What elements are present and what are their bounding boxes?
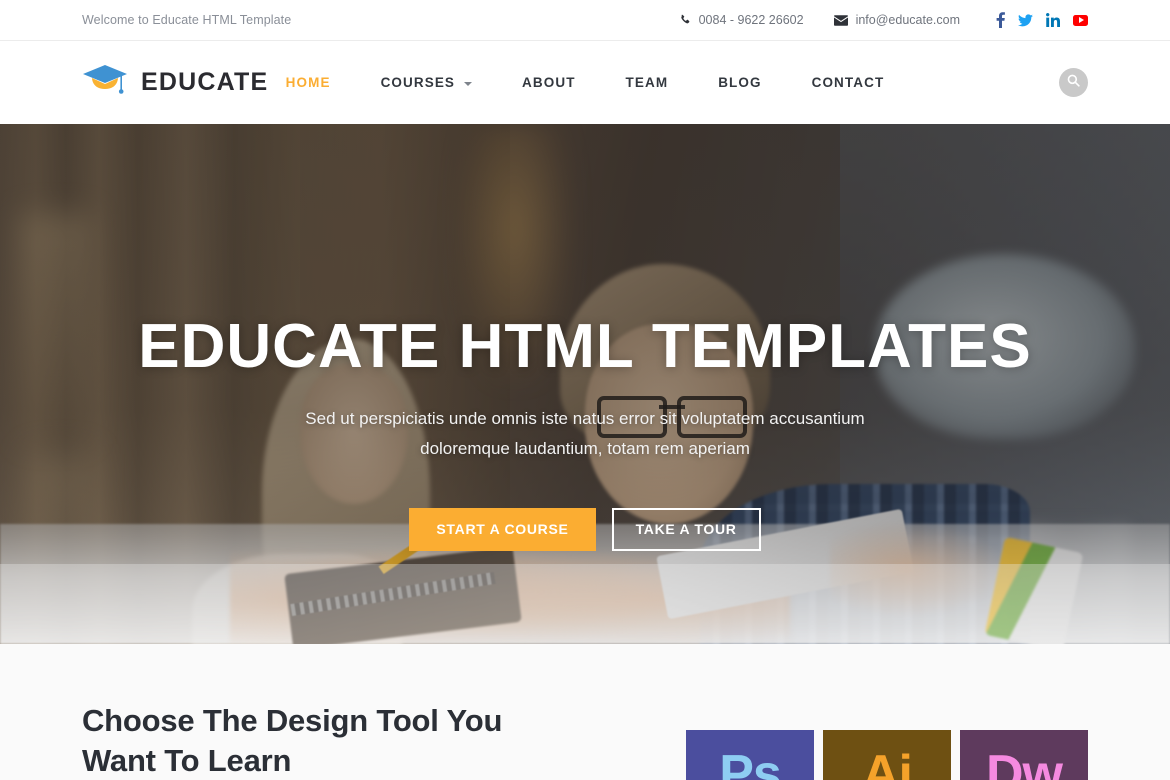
search-button[interactable] <box>1059 68 1088 97</box>
graduation-cap-icon <box>82 62 128 103</box>
search-icon <box>1067 74 1080 92</box>
nav-label-courses: COURSES <box>380 75 456 90</box>
tool-card-letters: Dw <box>986 745 1063 780</box>
email-contact[interactable]: info@educate.com <box>833 13 960 27</box>
tool-card-letters: Ai <box>862 745 913 780</box>
email-address: info@educate.com <box>855 13 960 27</box>
nav-label-contact: CONTACT <box>811 75 885 90</box>
top-bar-contact-group: 0084 - 9622 26602 info@educate.com <box>649 12 1088 28</box>
welcome-text: Welcome to Educate HTML Template <box>82 13 292 27</box>
facebook-icon[interactable] <box>996 12 1005 28</box>
tool-card-dreamweaver[interactable]: Dw <box>960 730 1088 780</box>
tool-card-letters: Ps <box>719 745 782 780</box>
phone-icon <box>679 14 691 26</box>
nav-item-courses[interactable]: COURSES <box>356 75 497 90</box>
youtube-icon[interactable] <box>1073 14 1088 26</box>
nav-item-team[interactable]: TEAM <box>601 75 694 90</box>
envelope-icon <box>833 14 848 26</box>
hero-title: EDUCATE HTML TEMPLATES <box>138 312 1032 381</box>
nav-item-about[interactable]: ABOUT <box>497 75 601 90</box>
hero-button-group: START A COURSE TAKE A TOUR <box>409 507 761 551</box>
phone-contact[interactable]: 0084 - 9622 26602 <box>679 13 804 27</box>
design-tools-section: Choose The Design Tool You Want To Learn… <box>0 644 1170 780</box>
start-a-course-button[interactable]: START A COURSE <box>409 507 596 551</box>
chevron-down-icon <box>464 81 473 86</box>
phone-number: 0084 - 9622 26602 <box>698 13 804 27</box>
top-bar: Welcome to Educate HTML Template 0084 - … <box>0 0 1170 41</box>
nav-item-home[interactable]: HOME <box>261 75 356 90</box>
site-header: EDUCATE HOME COURSES ABOUT TEAM BLOG CON… <box>0 41 1170 124</box>
nav-label-blog: BLOG <box>718 75 762 90</box>
take-a-tour-button[interactable]: TAKE A TOUR <box>611 507 761 551</box>
twitter-icon[interactable] <box>1018 13 1033 27</box>
nav-label-team: TEAM <box>625 75 669 90</box>
social-links <box>996 12 1088 28</box>
nav-item-contact[interactable]: CONTACT <box>787 75 910 90</box>
hero-content: EDUCATE HTML TEMPLATES Sed ut perspiciat… <box>0 124 1170 644</box>
linkedin-icon[interactable] <box>1046 13 1060 27</box>
brand-name: EDUCATE <box>141 68 269 96</box>
nav-label-about: ABOUT <box>522 75 576 90</box>
tool-card-photoshop[interactable]: Ps <box>686 730 814 780</box>
nav-item-blog[interactable]: BLOG <box>693 75 786 90</box>
section-heading: Choose The Design Tool You Want To Learn <box>82 703 503 778</box>
tool-card-illustrator[interactable]: Ai <box>823 730 951 780</box>
nav-label-home: HOME <box>285 75 331 90</box>
hero-section: EDUCATE HTML TEMPLATES Sed ut perspiciat… <box>0 124 1170 644</box>
tool-card-list: Ps Ai Dw <box>686 644 1088 780</box>
hero-subtitle: Sed ut perspiciatis unde omnis iste natu… <box>305 409 865 458</box>
brand-logo[interactable]: EDUCATE <box>82 62 268 103</box>
